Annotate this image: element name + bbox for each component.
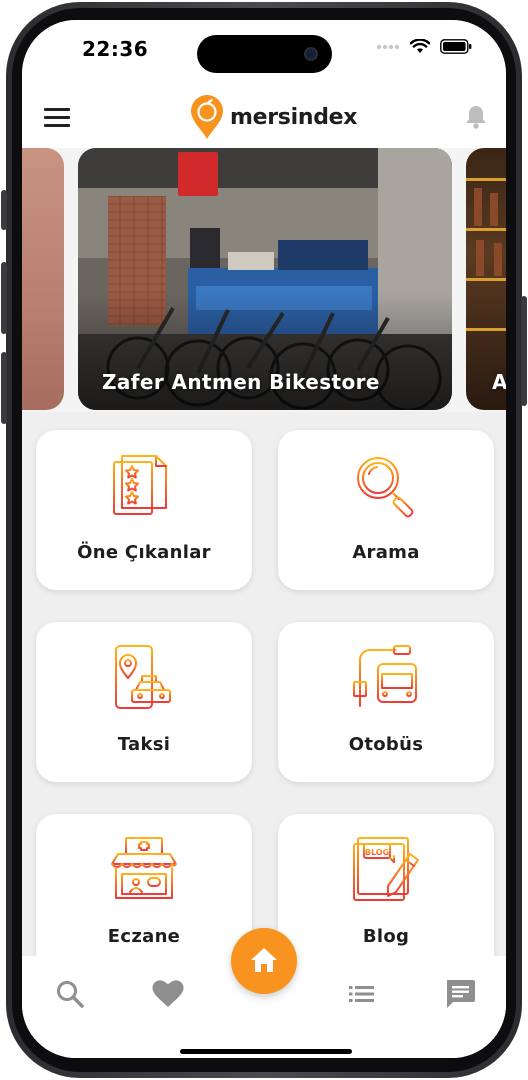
category-card-taxi[interactable]: Taksi: [36, 622, 252, 782]
category-card-featured[interactable]: Öne Çıkanlar: [36, 430, 252, 590]
slide-caption: Zafer Antmen Bikestore: [102, 370, 380, 394]
carousel-slide-prev[interactable]: [22, 148, 64, 410]
blog-icon: BLOG: [353, 837, 419, 901]
list-icon: [349, 986, 374, 1002]
taxi-icon: [115, 645, 171, 709]
category-card-bus[interactable]: Otobüs: [278, 622, 494, 782]
nav-favorites[interactable]: [150, 976, 186, 1012]
status-time: 22:36: [82, 37, 149, 61]
volume-up-button: [1, 262, 7, 334]
power-button: [521, 296, 527, 406]
battery-icon: [440, 39, 472, 54]
category-label: Otobüs: [348, 734, 424, 755]
cellular-signal-icon: [376, 44, 400, 49]
featured-carousel[interactable]: Zafer Antmen Bikestore A: [22, 148, 506, 412]
category-card-search[interactable]: Arama: [278, 430, 494, 590]
app-header: mersindex: [22, 90, 506, 148]
magnifier-icon: [357, 457, 414, 518]
category-label: Taksi: [117, 734, 171, 755]
pin-logo-icon: [191, 95, 223, 139]
category-label: Eczane: [107, 926, 181, 947]
bus-stop-icon: [351, 645, 421, 709]
brand-logo: mersindex: [190, 94, 357, 140]
category-card-pharmacy[interactable]: Eczane: [36, 814, 252, 974]
search-icon: [57, 981, 84, 1008]
volume-down-button: [1, 352, 7, 424]
bell-icon: [466, 106, 486, 129]
menu-icon-bar: [44, 108, 70, 111]
front-camera: [304, 47, 318, 61]
carousel-slide-next[interactable]: A: [466, 148, 506, 410]
nav-search[interactable]: [52, 976, 88, 1012]
status-icons: [376, 39, 472, 54]
pharmacy-icon: [109, 837, 179, 899]
nav-messages[interactable]: [442, 976, 478, 1012]
category-label: Arama: [352, 542, 420, 563]
svg-text:BLOG: BLOG: [365, 848, 389, 857]
app-screen: 22:36 mersindex Zafer Antmen Bikestore A…: [22, 20, 506, 1058]
category-label: Blog: [362, 926, 410, 947]
dynamic-island: [197, 35, 332, 73]
mute-switch: [1, 190, 7, 230]
category-card-blog[interactable]: BLOG Blog: [278, 814, 494, 974]
notification-button[interactable]: [464, 104, 488, 134]
home-button[interactable]: [231, 928, 297, 994]
wifi-icon: [410, 39, 430, 53]
brand-name: mersindex: [230, 104, 358, 130]
nav-list[interactable]: [344, 976, 380, 1012]
chat-icon: [447, 980, 475, 1008]
menu-icon-bar: [44, 124, 70, 127]
status-bar: 22:36: [22, 20, 506, 90]
home-icon: [251, 948, 277, 972]
category-label: Öne Çıkanlar: [77, 542, 211, 563]
home-indicator: [180, 1049, 352, 1054]
carousel-slide-active[interactable]: Zafer Antmen Bikestore: [78, 148, 452, 410]
slide-caption: A: [492, 370, 506, 394]
menu-icon-bar: [44, 116, 70, 119]
heart-icon: [152, 980, 184, 1007]
menu-button[interactable]: [44, 108, 70, 130]
featured-list-icon: [113, 455, 167, 515]
